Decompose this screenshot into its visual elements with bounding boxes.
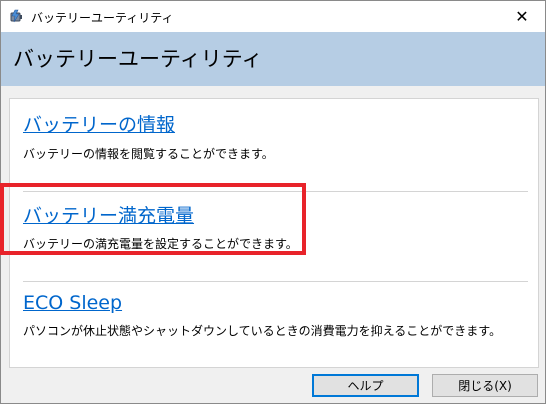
page-title: バッテリーユーティリティ — [13, 47, 263, 71]
close-button[interactable]: 閉じる(X) — [432, 374, 538, 397]
window-title: バッテリーユーティリティ — [31, 11, 174, 25]
title-bar: バッテリーユーティリティ ✕ — [1, 1, 545, 32]
separator — [23, 281, 528, 282]
battery-info-link[interactable]: バッテリーの情報 — [23, 110, 175, 137]
eco-sleep-description: パソコンが休止状態やシャットダウンしているときの消費電力を抑えることができます。 — [23, 324, 502, 338]
close-window-button[interactable]: ✕ — [499, 1, 545, 32]
header-band: バッテリーユーティリティ — [1, 32, 545, 86]
highlight-box — [0, 183, 306, 255]
battery-info-description: バッテリーの情報を閲覧することができます。 — [23, 147, 274, 161]
close-icon: ✕ — [515, 7, 529, 26]
eco-sleep-link[interactable]: ECO Sleep — [23, 292, 122, 314]
help-button[interactable]: ヘルプ — [312, 374, 419, 397]
battery-utility-icon — [10, 9, 22, 23]
